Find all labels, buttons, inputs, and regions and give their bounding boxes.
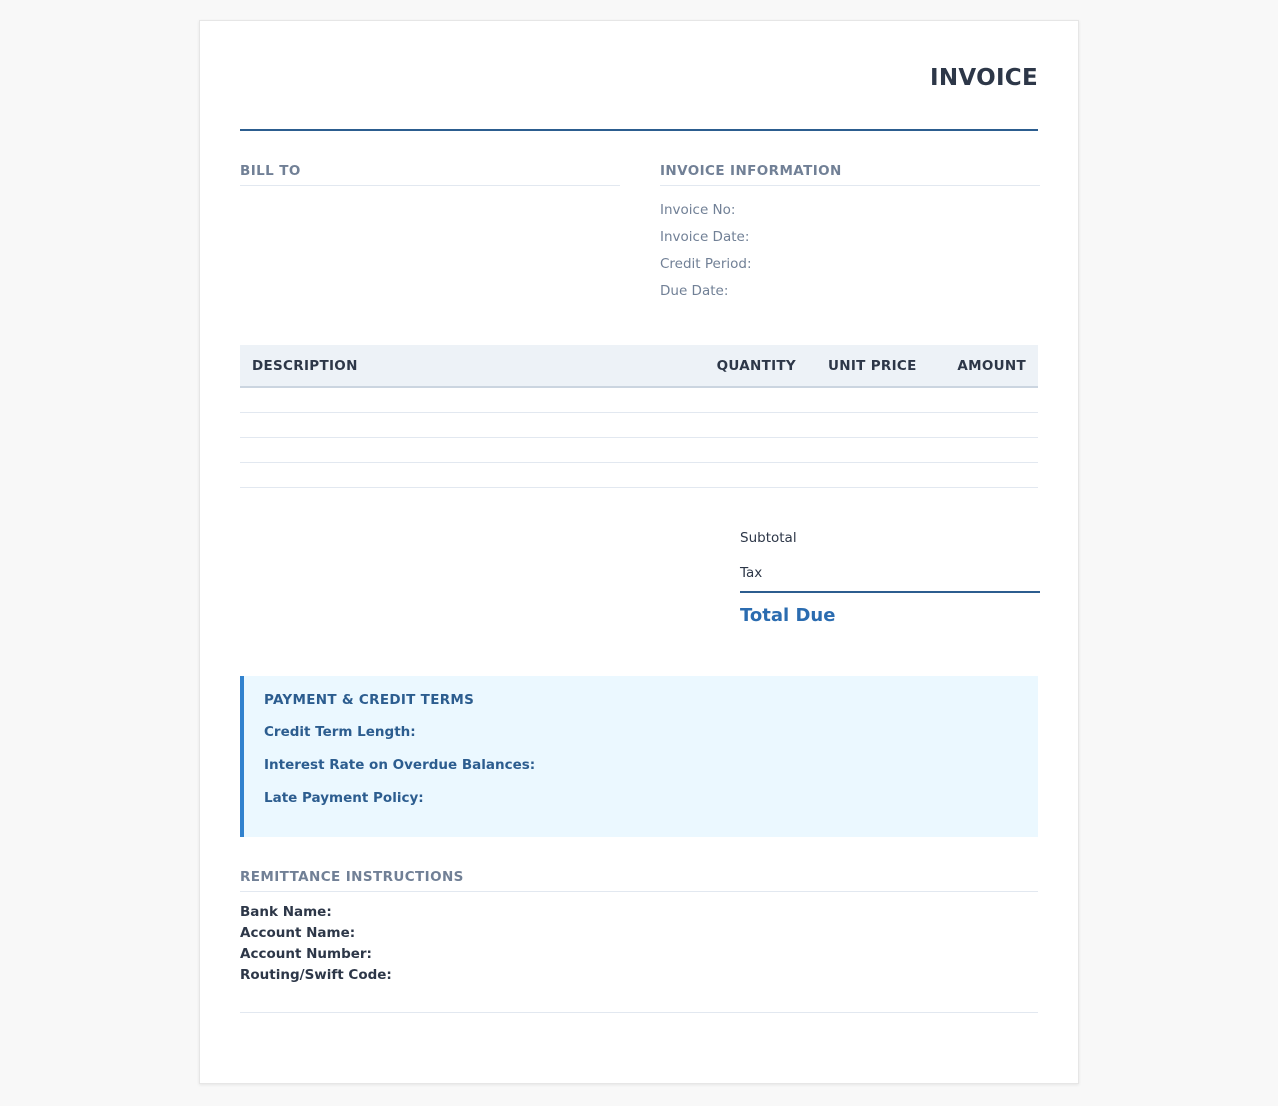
subtotal-label: Subtotal	[740, 530, 797, 546]
bank-name-label: Bank Name:	[240, 904, 332, 920]
invoice-number-label: Invoice No:	[660, 202, 736, 218]
totals-section: Subtotal Tax Total Due	[740, 521, 1040, 626]
payment-terms-title: PAYMENT & CREDIT TERMS	[264, 692, 475, 708]
invoice-info-label: INVOICE INFORMATION	[660, 163, 1040, 186]
column-header-quantity: QUANTITY	[716, 357, 796, 374]
credit-term-length-label: Credit Term Length:	[264, 724, 416, 740]
table-row	[240, 388, 1038, 413]
late-payment-policy-label: Late Payment Policy:	[264, 790, 424, 806]
column-header-description: DESCRIPTION	[252, 357, 358, 374]
invoice-date-label: Invoice Date:	[660, 229, 750, 245]
tax-label: Tax	[740, 556, 1040, 593]
remittance-label: REMITTANCE INSTRUCTIONS	[240, 869, 1038, 892]
account-number-label: Account Number:	[240, 946, 372, 962]
invoice-info-section: INVOICE INFORMATION Invoice No: Invoice …	[660, 163, 1040, 310]
bill-to-section: BILL TO	[240, 163, 620, 186]
table-row	[240, 438, 1038, 463]
routing-swift-label: Routing/Swift Code:	[240, 967, 392, 983]
account-name-label: Account Name:	[240, 925, 356, 941]
table-row	[240, 463, 1038, 488]
column-header-amount: AMOUNT	[957, 357, 1026, 374]
remittance-section: REMITTANCE INSTRUCTIONS Bank Name: Accou…	[240, 869, 1038, 988]
table-header: DESCRIPTION QUANTITY UNIT PRICE AMOUNT	[240, 345, 1038, 388]
invoice-content: INVOICE BILL TO INVOICE INFORMATION Invo…	[240, 21, 1040, 1083]
total-due-label: Total Due	[740, 605, 836, 626]
line-items-table: DESCRIPTION QUANTITY UNIT PRICE AMOUNT	[240, 345, 1038, 488]
bill-to-label: BILL TO	[240, 163, 620, 186]
header-divider	[240, 129, 1038, 131]
invoice-info-rows: Invoice No: Invoice Date: Credit Period:…	[660, 202, 1040, 310]
invoice-page: INVOICE BILL TO INVOICE INFORMATION Invo…	[199, 20, 1079, 1084]
interest-rate-label: Interest Rate on Overdue Balances:	[264, 757, 536, 773]
payment-terms-box: PAYMENT & CREDIT TERMS Credit Term Lengt…	[240, 676, 1038, 837]
table-row	[240, 413, 1038, 438]
remittance-rows: Bank Name: Account Name: Account Number:…	[240, 904, 1038, 988]
footer-divider	[240, 1012, 1038, 1013]
invoice-title: INVOICE	[929, 65, 1038, 91]
due-date-label: Due Date:	[660, 283, 729, 299]
column-header-unit-price: UNIT PRICE	[828, 357, 917, 374]
credit-period-label: Credit Period:	[660, 256, 752, 272]
